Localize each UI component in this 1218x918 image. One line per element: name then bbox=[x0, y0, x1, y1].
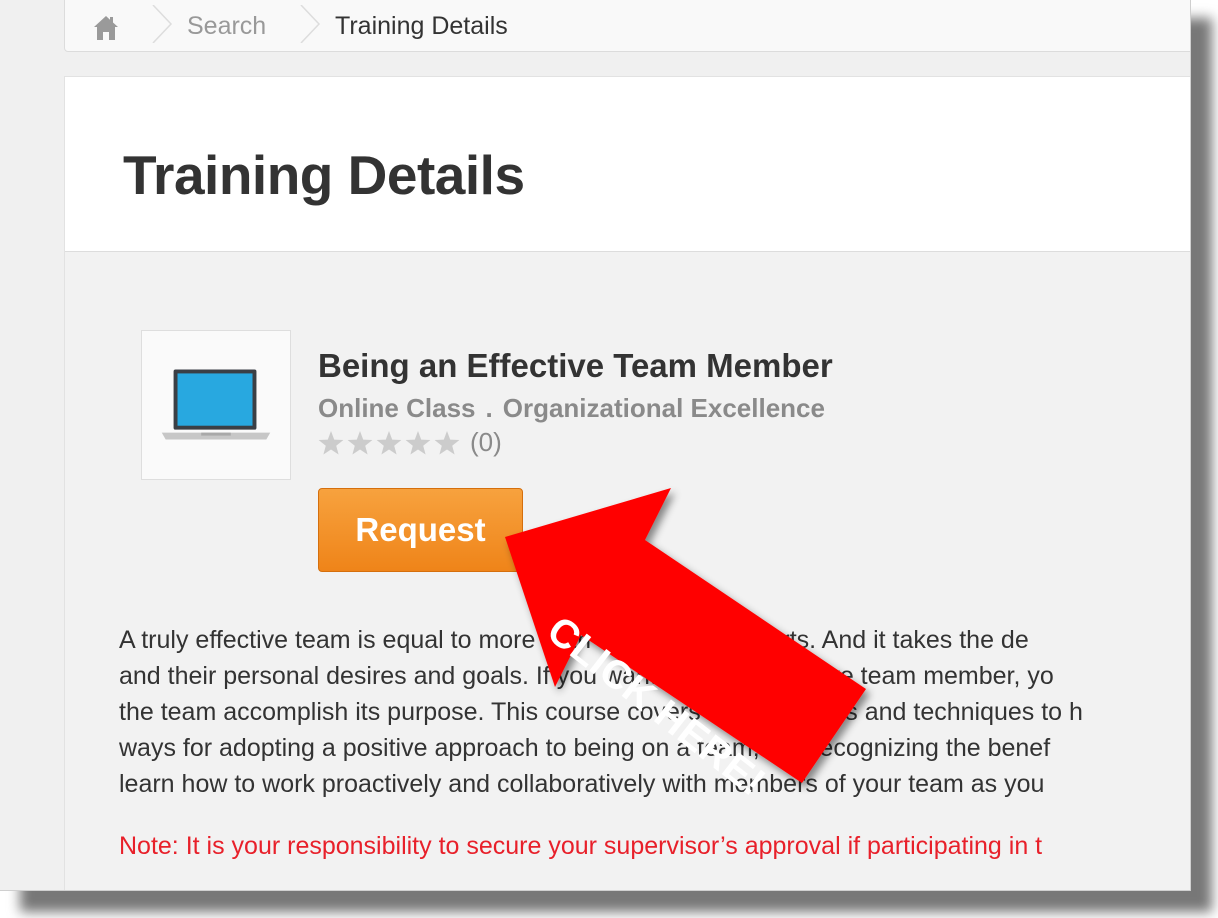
request-button[interactable]: Request bbox=[318, 488, 523, 572]
meta-separator: . bbox=[485, 393, 493, 423]
star-icon bbox=[434, 431, 460, 455]
rating-count: (0) bbox=[470, 427, 502, 457]
course-type: Online Class bbox=[318, 393, 476, 423]
course-category: Organizational Excellence bbox=[502, 393, 825, 423]
breadcrumb-separator bbox=[300, 5, 321, 43]
star-icon bbox=[405, 431, 431, 455]
breadcrumb-current: Training Details bbox=[335, 12, 508, 40]
home-icon[interactable] bbox=[91, 13, 121, 43]
supervisor-approval-note: Note: It is your responsibility to secur… bbox=[119, 832, 1043, 860]
training-details-card: Training Details Being an Effective Team… bbox=[64, 76, 1190, 890]
star-icon bbox=[347, 431, 373, 455]
breadcrumb-separator bbox=[152, 5, 173, 43]
star-rating bbox=[318, 431, 460, 455]
page-title: Training Details bbox=[123, 144, 525, 206]
star-icon bbox=[376, 431, 402, 455]
description-line: learn how to work proactively and collab… bbox=[119, 770, 1045, 798]
course-meta: Online Class. Organizational Excellence bbox=[318, 393, 825, 424]
course-title: Being an Effective Team Member bbox=[318, 347, 833, 384]
card-header: Training Details bbox=[65, 77, 1190, 252]
star-icon bbox=[318, 431, 344, 455]
course-thumbnail bbox=[141, 330, 291, 480]
breadcrumb: Search Training Details bbox=[64, 0, 1190, 52]
description-line: A truly effective team is equal to more … bbox=[119, 626, 1029, 654]
breadcrumb-search[interactable]: Search bbox=[187, 12, 266, 41]
screenshot-frame: Search Training Details Training Details… bbox=[0, 0, 1191, 891]
laptop-icon bbox=[161, 369, 271, 440]
